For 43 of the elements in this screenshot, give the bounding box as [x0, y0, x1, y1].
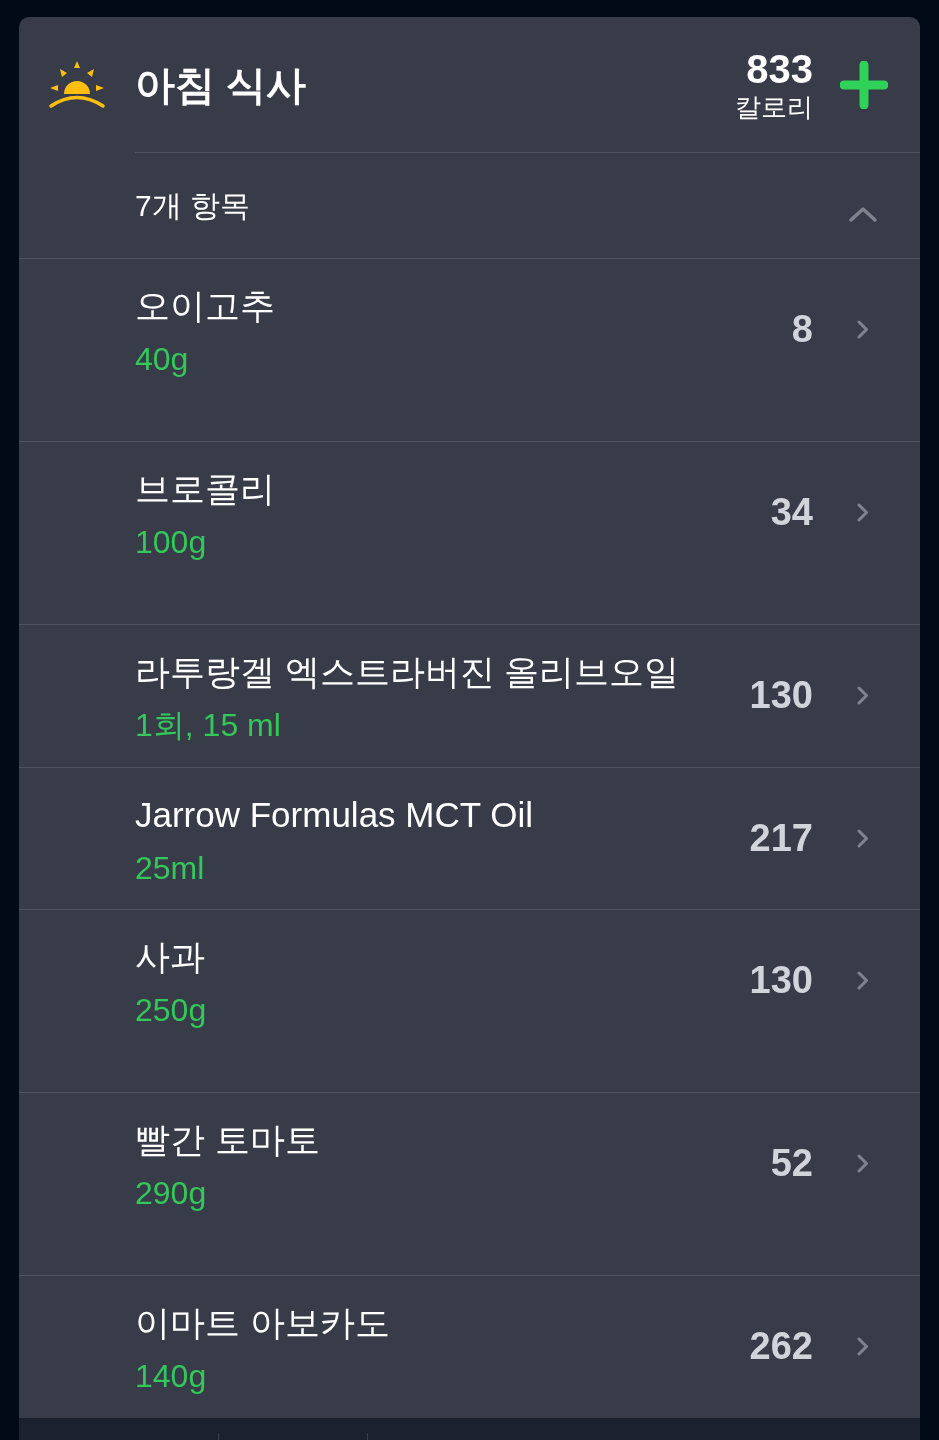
food-name: 사과: [135, 936, 206, 978]
food-calories: 34: [770, 490, 813, 534]
food-name: 오이고추: [135, 285, 275, 327]
food-row[interactable]: 브로콜리 100g 34: [19, 442, 920, 625]
plus-icon: [840, 60, 888, 109]
food-calories: 52: [770, 1141, 813, 1185]
food-name: Jarrow Formulas MCT Oil: [135, 794, 533, 836]
food-row[interactable]: 빨간 토마토 290g 52: [19, 1093, 920, 1276]
chevron-right-icon: [857, 502, 869, 522]
chevron-right-icon: [857, 685, 869, 705]
food-calories: 130: [749, 673, 813, 717]
food-amount: 290g: [135, 1174, 208, 1213]
chevron-right-icon: [857, 1336, 869, 1356]
total-calories: 833: [746, 46, 813, 91]
chevron-right-icon: [857, 1153, 869, 1173]
calories-unit: 칼로리: [735, 90, 813, 123]
food-row[interactable]: Jarrow Formulas MCT Oil 25ml 217: [19, 768, 920, 910]
food-name: 빨간 토마토: [135, 1119, 320, 1161]
chevron-right-icon: [857, 319, 869, 339]
food-calories: 262: [749, 1324, 813, 1368]
chevron-right-icon: [857, 828, 869, 848]
food-calories: 217: [749, 816, 813, 860]
food-amount: 100g: [135, 523, 208, 562]
food-row[interactable]: 사과 250g 130: [19, 910, 920, 1093]
food-calories: 8: [791, 307, 813, 351]
add-button[interactable]: [839, 59, 889, 110]
food-name: 이마트 아보카도: [135, 1302, 390, 1344]
item-count: 7개 항목: [135, 190, 251, 221]
food-amount: 1회, 15 ml: [135, 706, 282, 745]
food-name: 라투랑겔 엑스트라버진 올리브오일: [135, 651, 680, 693]
chevron-right-icon: [857, 970, 869, 990]
food-amount: 40g: [135, 340, 190, 379]
food-row[interactable]: 오이고추 40g 8: [19, 259, 920, 442]
food-calories: 130: [749, 958, 813, 1002]
food-name: 브로콜리: [135, 468, 275, 510]
food-amount: 250g: [135, 991, 207, 1030]
chevron-up-icon[interactable]: [848, 206, 878, 223]
meal-title: 아침 식사: [135, 64, 307, 105]
sunrise-icon: [48, 60, 106, 109]
food-amount: 140g: [135, 1357, 208, 1396]
food-row[interactable]: 이마트 아보카도 140g 262: [19, 1276, 920, 1418]
food-amount: 25ml: [135, 849, 206, 888]
food-row[interactable]: 라투랑겔 엑스트라버진 올리브오일 1회, 15 ml 130: [19, 625, 920, 768]
